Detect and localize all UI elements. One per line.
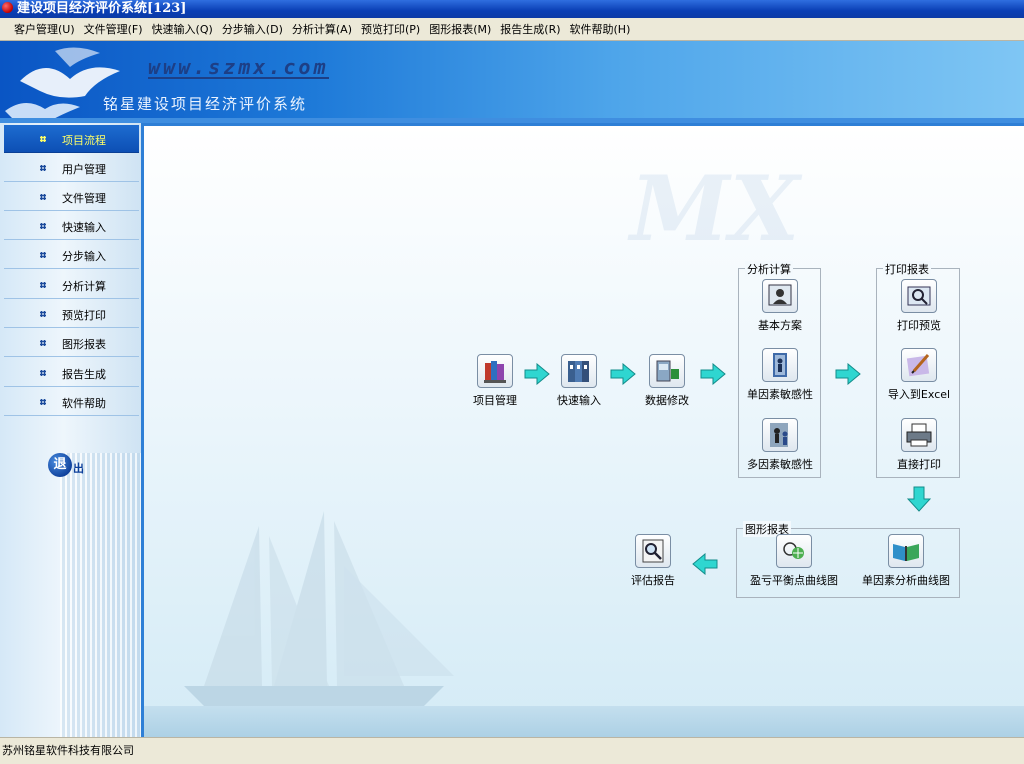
magnifier-folder-icon	[901, 279, 937, 313]
open-book-icon	[888, 534, 924, 568]
sidebar-item-label: 项目流程	[62, 134, 106, 147]
arrow-down-icon	[907, 486, 931, 512]
group-title: 打印报表	[883, 261, 931, 277]
node-label: 单因素敏感性	[747, 388, 813, 401]
sidebar-item-help[interactable]: 软件帮助	[4, 388, 139, 416]
node-label: 导入到Excel	[887, 388, 951, 401]
node-label: 直接打印	[897, 458, 941, 471]
node-label: 基本方案	[758, 319, 802, 332]
binders-icon	[561, 354, 597, 388]
node-project-manage[interactable]: 项目管理	[460, 354, 530, 408]
bullet-icon	[40, 252, 46, 258]
sidebar-item-label: 文件管理	[62, 192, 106, 205]
window-title: 建设项目经济评价系统[123]	[17, 1, 187, 16]
arrow-right-icon	[835, 363, 861, 385]
person-icon	[762, 279, 798, 313]
menu-preview-print[interactable]: 预览打印(P)	[361, 21, 420, 37]
sidebar-item-chart-report[interactable]: 图形报表	[4, 329, 139, 357]
sidebar: 项目流程 用户管理 文件管理 快速输入 分步输入 分析计算 预览打印 图形报表 …	[0, 123, 144, 737]
node-basic-plan[interactable]: 基本方案	[745, 279, 815, 333]
node-print-preview[interactable]: 打印预览	[884, 279, 954, 333]
bullet-icon	[40, 194, 46, 200]
node-label: 打印预览	[897, 319, 941, 332]
node-single-factor-chart[interactable]: 单因素分析曲线图	[856, 534, 956, 588]
bullet-icon	[40, 370, 46, 376]
product-title: 铭星建设项目经济评价系统	[103, 95, 308, 113]
exit-button[interactable]: 退出	[48, 453, 84, 477]
sidebar-item-label: 报告生成	[62, 368, 106, 381]
sidebar-item-label: 软件帮助	[62, 397, 106, 410]
arrow-left-icon	[692, 553, 718, 575]
building-decoration	[60, 453, 141, 737]
menu-quick-input[interactable]: 快速输入(Q)	[152, 21, 213, 37]
sidebar-item-analysis[interactable]: 分析计算	[4, 271, 139, 299]
watermark-logo: MX	[630, 156, 800, 262]
company-name: 苏州铭星软件科技有限公司	[2, 744, 134, 757]
menu-analysis[interactable]: 分析计算(A)	[292, 21, 352, 37]
sidebar-item-project-flow[interactable]: 项目流程	[4, 125, 139, 153]
menu-report-gen[interactable]: 报告生成(R)	[500, 21, 560, 37]
node-evaluation-report[interactable]: 评估报告	[618, 534, 688, 588]
arrow-right-icon	[700, 363, 726, 385]
menu-help[interactable]: 软件帮助(H)	[570, 21, 631, 37]
menu-customer[interactable]: 客户管理(U)	[14, 21, 75, 37]
bullet-icon	[40, 165, 46, 171]
bullet-icon	[40, 311, 46, 317]
exit-label: 出	[73, 462, 84, 475]
sidebar-item-quick-input[interactable]: 快速输入	[4, 212, 139, 240]
sidebar-item-label: 快速输入	[62, 221, 106, 234]
node-label: 项目管理	[473, 394, 517, 407]
sidebar-item-label: 分析计算	[62, 280, 106, 293]
bullet-icon	[40, 399, 46, 405]
node-quick-input[interactable]: 快速输入	[544, 354, 614, 408]
app-icon[interactable]	[2, 2, 13, 13]
bullet-icon	[40, 136, 46, 142]
books-icon	[477, 354, 513, 388]
bullet-icon	[40, 223, 46, 229]
node-label: 评估报告	[631, 574, 675, 587]
printer-icon	[901, 418, 937, 452]
computer-icon	[649, 354, 685, 388]
node-label: 多因素敏感性	[747, 458, 813, 471]
exit-icon: 退	[48, 453, 72, 477]
node-breakeven-chart[interactable]: 盈亏平衡点曲线图	[744, 534, 844, 588]
title-bar: 建设项目经济评价系统[123]	[0, 0, 1024, 18]
menu-bar: 客户管理(U) 文件管理(F) 快速输入(Q) 分步输入(D) 分析计算(A) …	[0, 18, 1024, 41]
status-bar: 苏州铭星软件科技有限公司	[0, 737, 1024, 764]
sidebar-item-step-input[interactable]: 分步输入	[4, 241, 139, 269]
magnifier-report-icon	[635, 534, 671, 568]
project-flow-panel: MX 项目管理 快速输入 数据修改 分析计算 基本方案 单因素敏感性 多因素敏感…	[144, 123, 1024, 737]
header-banner: www.szmx.com 铭星建设项目经济评价系统	[0, 41, 1024, 123]
document-person-icon	[762, 348, 798, 382]
sailing-ship-background	[184, 511, 454, 706]
sidebar-item-report-gen[interactable]: 报告生成	[4, 359, 139, 387]
pencil-paper-icon	[901, 348, 937, 382]
sidebar-item-file-manage[interactable]: 文件管理	[4, 183, 139, 211]
node-single-factor[interactable]: 单因素敏感性	[745, 348, 815, 402]
group-title: 分析计算	[745, 261, 793, 277]
node-data-modify[interactable]: 数据修改	[632, 354, 702, 408]
node-label: 数据修改	[645, 394, 689, 407]
menu-step-input[interactable]: 分步输入(D)	[222, 21, 283, 37]
node-export-excel[interactable]: 导入到Excel	[884, 348, 954, 402]
sidebar-item-label: 分步输入	[62, 250, 106, 263]
sidebar-item-user-manage[interactable]: 用户管理	[4, 154, 139, 182]
node-label: 快速输入	[557, 394, 601, 407]
menu-file[interactable]: 文件管理(F)	[84, 21, 143, 37]
sidebar-item-label: 预览打印	[62, 309, 106, 322]
sidebar-item-label: 图形报表	[62, 338, 106, 351]
node-direct-print[interactable]: 直接打印	[884, 418, 954, 472]
sea-background	[144, 706, 1024, 737]
bullet-icon	[40, 340, 46, 346]
node-label: 盈亏平衡点曲线图	[750, 574, 838, 587]
node-label: 单因素分析曲线图	[862, 574, 950, 587]
menu-chart-report[interactable]: 图形报表(M)	[429, 21, 491, 37]
bullet-icon	[40, 282, 46, 288]
node-multi-factor[interactable]: 多因素敏感性	[745, 418, 815, 472]
people-icon	[762, 418, 798, 452]
website-url: www.szmx.com	[148, 55, 329, 79]
sidebar-item-label: 用户管理	[62, 163, 106, 176]
sidebar-item-preview-print[interactable]: 预览打印	[4, 300, 139, 328]
globe-chart-icon	[776, 534, 812, 568]
